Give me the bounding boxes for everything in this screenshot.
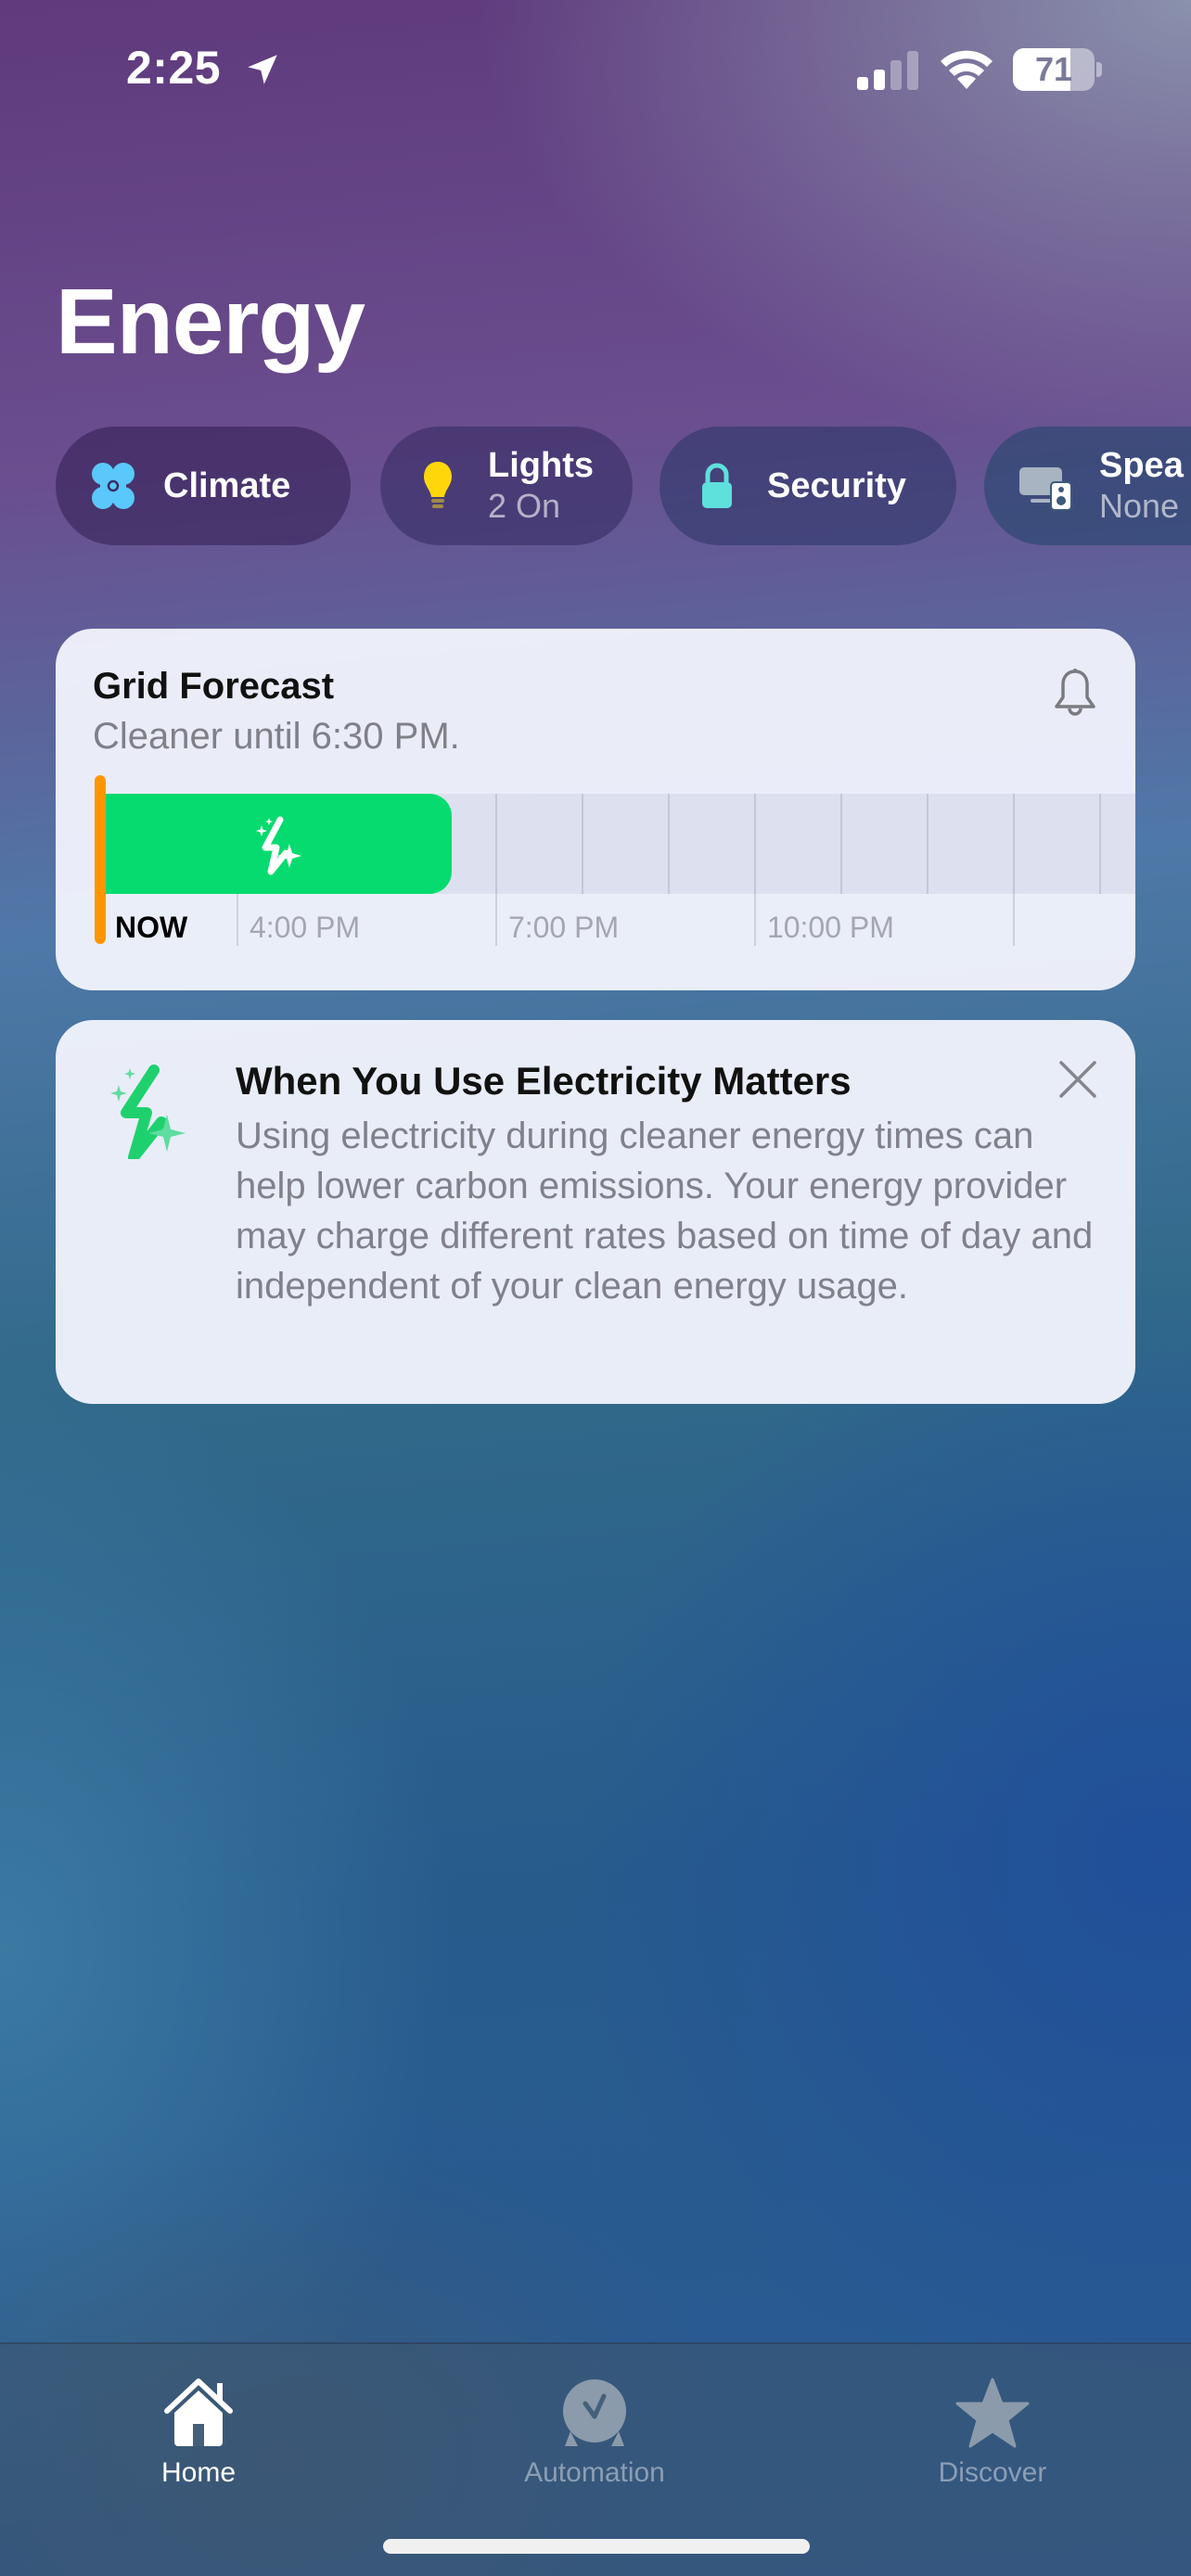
chip-speakers[interactable]: Spea None	[984, 427, 1191, 545]
location-arrow-icon	[248, 55, 277, 84]
bell-icon[interactable]	[1050, 666, 1100, 721]
battery-indicator: 71	[1013, 48, 1102, 91]
grid-forecast-card[interactable]: Grid Forecast Cleaner until 6:30 PM. NOW…	[56, 629, 1135, 990]
grid-forecast-title: Grid Forecast	[93, 666, 335, 707]
timeline-tick-minor	[581, 794, 583, 894]
chip-lights[interactable]: Lights 2 On	[380, 427, 633, 545]
timeline-time-label: 4:00 PM	[249, 911, 361, 944]
timeline-tick-minor	[926, 794, 928, 894]
star-icon	[955, 2378, 1030, 2448]
lock-icon	[702, 463, 732, 508]
tab-automation-label: Automation	[524, 2457, 665, 2488]
tab-home[interactable]: Home	[78, 2363, 319, 2502]
page-title: Energy	[56, 270, 365, 374]
timeline-time-label: 10:00 PM	[766, 911, 894, 944]
tab-home-label: Home	[160, 2457, 237, 2488]
wifi-icon	[941, 50, 992, 89]
timeline-tick-major	[494, 794, 497, 946]
fan-icon	[92, 463, 134, 509]
chip-security-label: Security	[767, 466, 906, 505]
clean-energy-sparkle-bolt-icon	[110, 1065, 186, 1159]
chip-climate-label: Climate	[163, 466, 291, 505]
clean-energy-sparkle-bolt-icon	[255, 816, 301, 875]
close-icon[interactable]	[1057, 1059, 1098, 1100]
clean-energy-period-bar[interactable]	[104, 794, 453, 894]
timeline-tick-major	[753, 794, 756, 946]
battery-percent: 71	[1034, 50, 1073, 88]
timeline-tick-minor	[839, 794, 842, 894]
timeline-tick-minor	[667, 794, 670, 894]
tip-title: When You Use Electricity Matters	[236, 1059, 852, 1103]
tab-automation[interactable]: Automation	[474, 2363, 715, 2502]
chip-lights-status: 2 On	[488, 487, 561, 525]
grid-forecast-subtitle: Cleaner until 6:30 PM.	[93, 716, 460, 757]
chip-lights-label: Lights	[488, 446, 594, 485]
home-indicator[interactable]	[383, 2539, 810, 2554]
tv-speaker-icon	[1019, 467, 1072, 511]
now-marker	[95, 775, 106, 944]
tip-body: Using electricity during cleaner energy …	[236, 1116, 1094, 1307]
chip-speakers-label: Spea	[1099, 446, 1184, 485]
electricity-tip-card: When You Use Electricity Matters Using e…	[56, 1020, 1135, 1404]
timeline-tick-major	[1012, 794, 1015, 946]
chip-speakers-status: None	[1099, 487, 1180, 525]
timeline-time-label: 7:00 PM	[507, 911, 620, 944]
grid-forecast-timeline[interactable]: NOW 4:00 PM 7:00 PM 10:00 PM	[56, 775, 1135, 990]
status-time: 2:25	[126, 42, 222, 94]
chip-climate[interactable]: Climate	[56, 427, 351, 545]
now-label: NOW	[115, 911, 188, 944]
status-bar: 2:25 71	[0, 0, 1191, 139]
lightbulb-icon	[424, 462, 452, 508]
tab-discover-label: Discover	[938, 2457, 1047, 2488]
cellular-signal-icon	[857, 51, 918, 90]
clock-check-icon	[563, 2379, 626, 2446]
category-chips: Climate Lights 2 On Security Spea None	[56, 427, 1191, 545]
chip-security[interactable]: Security	[660, 427, 956, 545]
timeline-tick-minor	[1098, 794, 1101, 894]
tab-discover[interactable]: Discover	[872, 2363, 1113, 2502]
house-icon	[164, 2378, 233, 2446]
